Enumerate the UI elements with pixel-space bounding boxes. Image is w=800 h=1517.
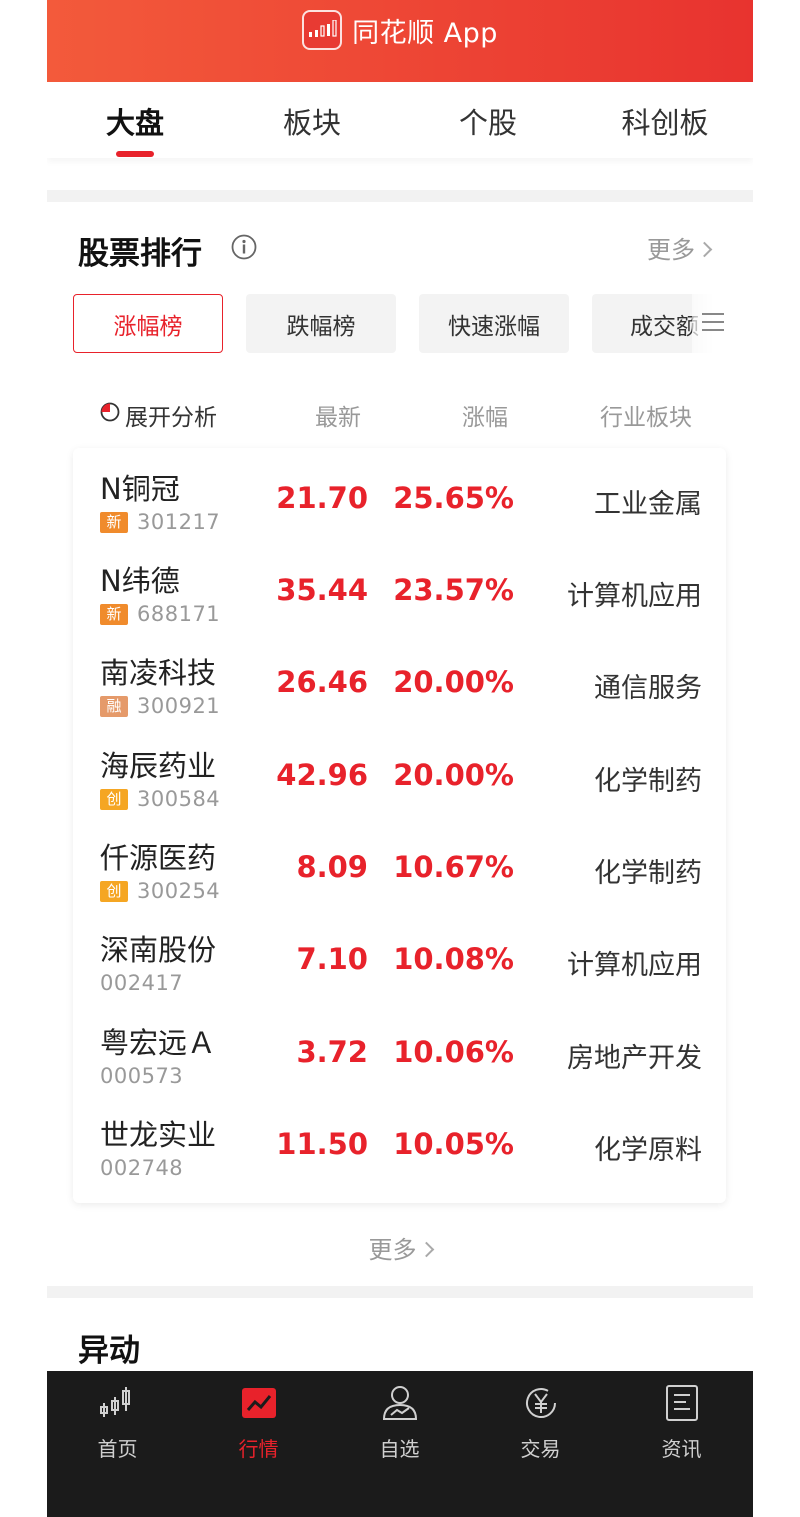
stock-change: 25.65% [393,481,514,515]
stock-row[interactable]: N纬德 新 688171 35.44 23.57% 计算机应用 [73,546,726,638]
stock-price: 42.96 [276,758,368,792]
stock-price: 7.10 [296,942,368,976]
market-tabs: 大盘 板块 个股 科创板 [47,82,753,158]
expand-analysis-button[interactable]: 展开分析 [125,398,217,432]
stock-ranking-title: 股票排行 [78,236,202,272]
stock-change: 10.05% [393,1127,514,1161]
candlestick-icon [99,1387,130,1417]
tab-bankuai[interactable]: 板块 [242,100,382,142]
nav-home[interactable]: 首页 [47,1371,188,1471]
stock-code: 300254 [137,879,221,903]
tab-gegu[interactable]: 个股 [418,100,558,142]
nav-watchlist[interactable]: 自选 [329,1371,470,1471]
chevron-right-icon [696,241,713,258]
app-header: 同花顺 App [47,0,753,82]
stock-industry[interactable]: 房地产开发 [567,1036,702,1075]
stock-code: 000573 [100,1064,184,1088]
info-icon[interactable] [231,234,257,260]
nav-market[interactable]: 行情 [188,1371,329,1471]
new-listing-badge: 新 [100,512,128,533]
stock-industry[interactable]: 化学制药 [594,759,702,798]
stock-row[interactable]: 深南股份 002417 7.10 10.08% 计算机应用 [73,915,726,1007]
tab-fast-rise[interactable]: 快速涨幅 [419,294,569,353]
stock-industry[interactable]: 计算机应用 [567,574,702,613]
active-tab-indicator [116,151,154,157]
stock-price: 35.44 [276,573,368,607]
stock-code: 300921 [137,694,221,718]
stock-row[interactable]: 仟源医药 创 300254 8.09 10.67% 化学制药 [73,823,726,915]
movement-section-title: 异动 [78,1333,140,1369]
news-document-icon [665,1385,698,1421]
stock-industry[interactable]: 化学制药 [594,851,702,890]
new-listing-badge: 新 [100,604,128,625]
stock-code: 002748 [100,1156,184,1180]
stock-row[interactable]: N铜冠 新 301217 21.70 25.65% 工业金属 [73,454,726,546]
gem-board-badge: 创 [100,789,128,810]
ranking-more-bottom-link[interactable]: 更多 [47,1230,753,1265]
stock-price: 11.50 [276,1127,368,1161]
nav-watchlist-label: 自选 [379,1437,420,1461]
tab-losers[interactable]: 跌幅榜 [246,294,396,353]
column-header-change[interactable]: 涨幅 [462,398,508,432]
tab-gainers[interactable]: 涨幅榜 [73,294,223,353]
stock-industry[interactable]: 工业金属 [594,482,702,521]
menu-icon[interactable] [702,312,724,332]
market-chart-icon [241,1388,276,1418]
stock-industry[interactable]: 计算机应用 [567,943,702,982]
phone-screen: 同花顺 App 大盘 板块 个股 科创板 股票排行 更多 涨幅榜 跌幅榜 快速涨… [47,0,753,1517]
stock-price: 21.70 [276,481,368,515]
section-divider [47,1286,753,1298]
stock-industry[interactable]: 化学原料 [594,1128,702,1167]
stock-row[interactable]: 南凌科技 融 300921 26.46 20.00% 通信服务 [73,638,726,730]
yen-coin-icon [525,1388,556,1419]
stock-name: N铜冠 [100,472,180,506]
section-divider [47,190,753,202]
stock-code: 002417 [100,971,184,995]
column-header-industry: 行业板块 [600,405,692,431]
stock-row[interactable]: 海辰药业 创 300584 42.96 20.00% 化学制药 [73,731,726,823]
stock-industry[interactable]: 通信服务 [594,666,702,705]
stock-price: 3.72 [296,1035,368,1069]
stock-code: 688171 [137,602,221,626]
stock-row[interactable]: 粤宏远Ａ 000573 3.72 10.06% 房地产开发 [73,1008,726,1100]
stock-row[interactable]: 世龙实业 002748 11.50 10.05% 化学原料 [73,1100,726,1192]
stock-change: 10.08% [393,942,514,976]
tab-dapan[interactable]: 大盘 [65,100,205,142]
stock-ranking-list: N铜冠 新 301217 21.70 25.65% 工业金属 N纬德 新 688… [73,448,726,1203]
stock-name: 南凌科技 [100,656,217,690]
tab-kechuangban[interactable]: 科创板 [595,100,735,142]
stock-name: N纬德 [100,564,180,598]
stock-price: 26.46 [276,665,368,699]
stock-change: 10.67% [393,850,514,884]
stock-name: 仟源医药 [100,841,217,875]
stock-price: 8.09 [296,850,368,884]
watchlist-person-icon [382,1386,417,1420]
stock-change: 10.06% [393,1035,514,1069]
nav-trade[interactable]: 交易 [470,1371,611,1471]
stock-code: 300584 [137,787,221,811]
stock-name: 海辰药业 [100,749,217,783]
stock-change: 20.00% [393,665,514,699]
nav-home-label: 首页 [97,1437,138,1461]
stock-change: 23.57% [393,573,514,607]
gem-board-badge: 创 [100,881,128,902]
stock-name: 深南股份 [100,933,217,967]
nav-market-label: 行情 [238,1437,279,1461]
app-logo-icon [302,10,343,50]
ranking-more-link[interactable]: 更多 [647,230,713,265]
app-title: 同花顺 App [352,17,498,49]
nav-news-label: 资讯 [661,1437,702,1461]
bottom-nav: 首页 行情 自选 交易 资讯 [47,1371,753,1517]
column-header-latest[interactable]: 最新 [315,398,361,432]
margin-trading-badge: 融 [100,696,128,717]
stock-change: 20.00% [393,758,514,792]
nav-news[interactable]: 资讯 [611,1371,752,1471]
pie-chart-icon[interactable] [100,402,120,422]
chevron-right-icon [418,1241,434,1258]
stock-name: 粤宏远Ａ [100,1026,217,1060]
nav-trade-label: 交易 [520,1437,561,1461]
stock-code: 301217 [137,510,221,534]
stock-name: 世龙实业 [100,1118,217,1152]
